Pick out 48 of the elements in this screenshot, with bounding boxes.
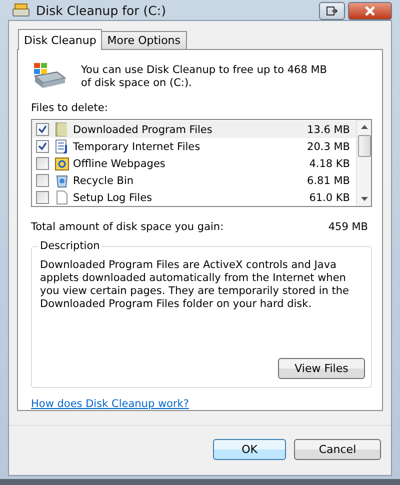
drive-icon (31, 60, 67, 90)
scrollbar[interactable] (356, 120, 371, 206)
file-size: 61.0 KB (309, 192, 350, 204)
close-button[interactable] (348, 2, 392, 20)
file-row[interactable]: Recycle Bin 6.81 MB (32, 172, 356, 189)
checkbox[interactable] (36, 123, 49, 136)
document-icon (55, 139, 69, 154)
files-label: Files to delete: (31, 102, 109, 114)
checkbox[interactable] (36, 191, 49, 204)
tab[interactable]: More Options (101, 31, 187, 49)
checkbox[interactable] (36, 140, 49, 153)
total-value: 459 MB (328, 220, 368, 233)
description-text: Downloaded Program Files are ActiveX controls and Java applets downloaded automatically from the Internet when you view certain pages. They are temporarily stored in the Downloaded Program Files folder on your hard disk. (40, 258, 350, 311)
intro-text: You can use Disk Cleanup to free up to 468 MB of disk space on (C:). (81, 64, 328, 90)
file-row[interactable]: Downloaded Program Files 13.6 MB (32, 121, 356, 138)
scroll-up-icon (360, 125, 368, 129)
file-name: Temporary Internet Files (73, 140, 202, 152)
file-row[interactable]: Offline Webpages 4.18 KB (32, 155, 356, 172)
total-label: Total amount of disk space you gain: (31, 220, 224, 233)
close-icon (364, 6, 376, 16)
view-files-button[interactable]: View Files (278, 358, 365, 379)
file-name: Downloaded Program Files (73, 124, 214, 136)
drive-icon (12, 3, 30, 17)
file-name: Offline Webpages (73, 158, 166, 170)
tab[interactable]: Disk Cleanup (18, 29, 102, 50)
help-icon (326, 6, 338, 16)
file-size: 6.81 MB (307, 174, 350, 186)
help-link[interactable]: How does Disk Cleanup work? (31, 398, 189, 410)
file-name: Recycle Bin (73, 174, 135, 186)
folder-icon (55, 122, 69, 137)
file-size: 4.18 KB (309, 158, 350, 170)
checkbox[interactable] (36, 157, 49, 170)
sync-folder-icon (55, 156, 69, 171)
group-title: Description (38, 240, 102, 252)
cancel-button[interactable]: Cancel (294, 439, 381, 460)
checkbox[interactable] (36, 174, 49, 187)
recycle-bin-icon (55, 173, 69, 188)
scroll-down-icon (360, 196, 368, 201)
file-size: 13.6 MB (307, 124, 350, 136)
file-size: 20.3 MB (307, 140, 350, 152)
scroll-thumb[interactable] (358, 135, 370, 157)
window-title: Disk Cleanup for (C:) (36, 2, 166, 18)
file-row[interactable]: Setup Log Files 61.0 KB (32, 189, 356, 206)
ok-button[interactable]: OK (213, 439, 286, 460)
file-row[interactable]: Temporary Internet Files 20.3 MB (32, 138, 356, 155)
file-icon (55, 190, 69, 205)
help-button[interactable] (319, 2, 345, 20)
file-name: Setup Log Files (73, 192, 154, 204)
